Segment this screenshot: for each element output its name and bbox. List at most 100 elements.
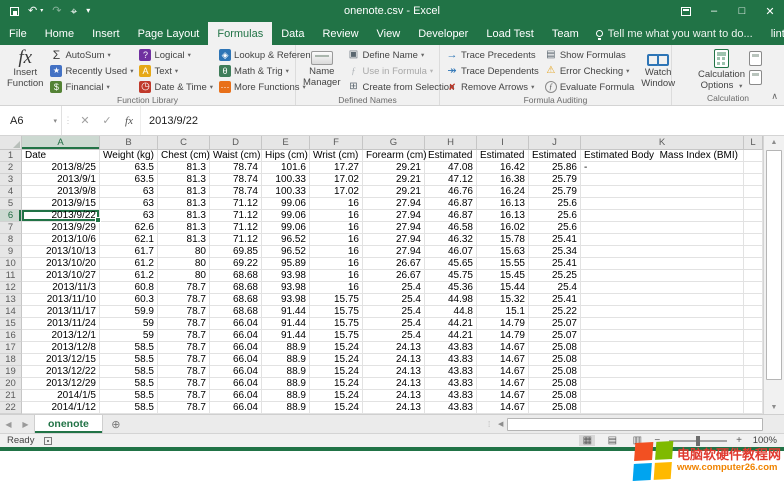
cell-C15[interactable]: 78.7	[158, 318, 210, 330]
cell-C22[interactable]: 78.7	[158, 402, 210, 414]
cell-L22[interactable]	[744, 402, 763, 414]
cell-G2[interactable]: 29.21	[363, 162, 425, 174]
cell-K16[interactable]	[581, 330, 744, 342]
cell-L18[interactable]	[744, 354, 763, 366]
cell-G13[interactable]: 25.4	[363, 294, 425, 306]
cell-L10[interactable]	[744, 258, 763, 270]
cell-B5[interactable]: 63	[100, 198, 158, 210]
cell-B20[interactable]: 58.5	[100, 378, 158, 390]
column-header-L[interactable]: L	[744, 136, 763, 150]
tab-formulas[interactable]: Formulas	[208, 22, 272, 45]
cell-L9[interactable]	[744, 246, 763, 258]
cell-K17[interactable]	[581, 342, 744, 354]
vertical-scrollbar-thumb[interactable]	[766, 150, 782, 380]
cell-G7[interactable]: 27.94	[363, 222, 425, 234]
cell-L16[interactable]	[744, 330, 763, 342]
cell-D17[interactable]: 66.04	[210, 342, 262, 354]
cell-F12[interactable]: 16	[310, 282, 363, 294]
cell-K21[interactable]	[581, 390, 744, 402]
row-header-15[interactable]: 15	[0, 318, 22, 330]
cell-E20[interactable]: 88.9	[262, 378, 310, 390]
page-layout-view-icon[interactable]	[604, 435, 620, 446]
cell-I16[interactable]: 14.79	[477, 330, 529, 342]
cell-L19[interactable]	[744, 366, 763, 378]
cell-J19[interactable]: 25.08	[529, 366, 581, 378]
row-header-8[interactable]: 8	[0, 234, 22, 246]
cell-L6[interactable]	[744, 210, 763, 222]
scroll-down-icon[interactable]: ▼	[764, 401, 784, 414]
cell-C14[interactable]: 78.7	[158, 306, 210, 318]
row-header-5[interactable]: 5	[0, 198, 22, 210]
column-header-K[interactable]: K	[581, 136, 744, 150]
cell-I8[interactable]: 15.78	[477, 234, 529, 246]
tab-load-test[interactable]: Load Test	[477, 22, 543, 45]
cell-H12[interactable]: 45.36	[425, 282, 477, 294]
text-button[interactable]: Text▾	[136, 63, 216, 79]
cell-A3[interactable]: 2013/9/1	[22, 174, 100, 186]
cell-F17[interactable]: 15.24	[310, 342, 363, 354]
cell-F16[interactable]: 15.75	[310, 330, 363, 342]
tab-view[interactable]: View	[368, 22, 410, 45]
tab-data[interactable]: Data	[272, 22, 313, 45]
cell-B18[interactable]: 58.5	[100, 354, 158, 366]
cell-C16[interactable]: 78.7	[158, 330, 210, 342]
cell-K11[interactable]	[581, 270, 744, 282]
cell-A12[interactable]: 2013/11/3	[22, 282, 100, 294]
cell-F15[interactable]: 15.75	[310, 318, 363, 330]
name-box-dropdown-icon[interactable]: ▾	[53, 117, 57, 125]
cell-A19[interactable]: 2013/12/22	[22, 366, 100, 378]
cell-B22[interactable]: 58.5	[100, 402, 158, 414]
cell-F21[interactable]: 15.24	[310, 390, 363, 402]
remove-arrows-button[interactable]: Remove Arrows▾	[443, 79, 542, 95]
row-header-21[interactable]: 21	[0, 390, 22, 402]
cell-B6[interactable]: 63	[100, 210, 158, 222]
cell-H21[interactable]: 43.83	[425, 390, 477, 402]
date-time-button[interactable]: Date & Time▾	[136, 79, 216, 95]
cell-C1[interactable]: Chest (cm)	[158, 150, 210, 162]
customize-qat-icon[interactable]	[86, 7, 90, 15]
show-formulas-button[interactable]: Show Formulas	[542, 47, 637, 63]
cell-H7[interactable]: 46.58	[425, 222, 477, 234]
cell-J14[interactable]: 25.22	[529, 306, 581, 318]
cell-D13[interactable]: 68.68	[210, 294, 262, 306]
cell-C20[interactable]: 78.7	[158, 378, 210, 390]
cell-I22[interactable]: 14.67	[477, 402, 529, 414]
cell-E2[interactable]: 101.6	[262, 162, 310, 174]
name-manager-button[interactable]: Name Manager	[299, 47, 345, 88]
cell-A17[interactable]: 2013/12/8	[22, 342, 100, 354]
autosum-button[interactable]: AutoSum▾	[47, 47, 136, 63]
cell-B10[interactable]: 61.2	[100, 258, 158, 270]
cell-G14[interactable]: 25.4	[363, 306, 425, 318]
cell-E3[interactable]: 100.33	[262, 174, 310, 186]
cell-E22[interactable]: 88.9	[262, 402, 310, 414]
cell-D8[interactable]: 71.12	[210, 234, 262, 246]
cell-G12[interactable]: 25.4	[363, 282, 425, 294]
cell-K1[interactable]: Estimated Body Mass Index (BMI)	[581, 150, 744, 162]
cell-D9[interactable]: 69.85	[210, 246, 262, 258]
cell-K19[interactable]	[581, 366, 744, 378]
cell-E5[interactable]: 99.06	[262, 198, 310, 210]
cell-E12[interactable]: 93.98	[262, 282, 310, 294]
row-header-3[interactable]: 3	[0, 174, 22, 186]
tab-team[interactable]: Team	[543, 22, 588, 45]
cell-I4[interactable]: 16.24	[477, 186, 529, 198]
next-sheet-icon[interactable]: ▶	[17, 415, 34, 433]
row-header-20[interactable]: 20	[0, 378, 22, 390]
cell-A22[interactable]: 2014/1/12	[22, 402, 100, 414]
cell-J12[interactable]: 25.4	[529, 282, 581, 294]
formula-input[interactable]: 2013/9/22	[140, 106, 784, 135]
enter-entry-icon[interactable]: ✓	[96, 106, 118, 135]
cell-L1[interactable]	[744, 150, 763, 162]
cell-D4[interactable]: 78.74	[210, 186, 262, 198]
column-header-H[interactable]: H	[425, 136, 477, 150]
collapse-ribbon-icon[interactable]	[771, 91, 778, 102]
row-header-17[interactable]: 17	[0, 342, 22, 354]
row-header-1[interactable]: 1	[0, 150, 22, 162]
cell-B21[interactable]: 58.5	[100, 390, 158, 402]
cell-E10[interactable]: 95.89	[262, 258, 310, 270]
column-header-F[interactable]: F	[310, 136, 363, 150]
cell-D3[interactable]: 78.74	[210, 174, 262, 186]
cell-A20[interactable]: 2013/12/29	[22, 378, 100, 390]
cell-J22[interactable]: 25.08	[529, 402, 581, 414]
cell-F2[interactable]: 17.27	[310, 162, 363, 174]
